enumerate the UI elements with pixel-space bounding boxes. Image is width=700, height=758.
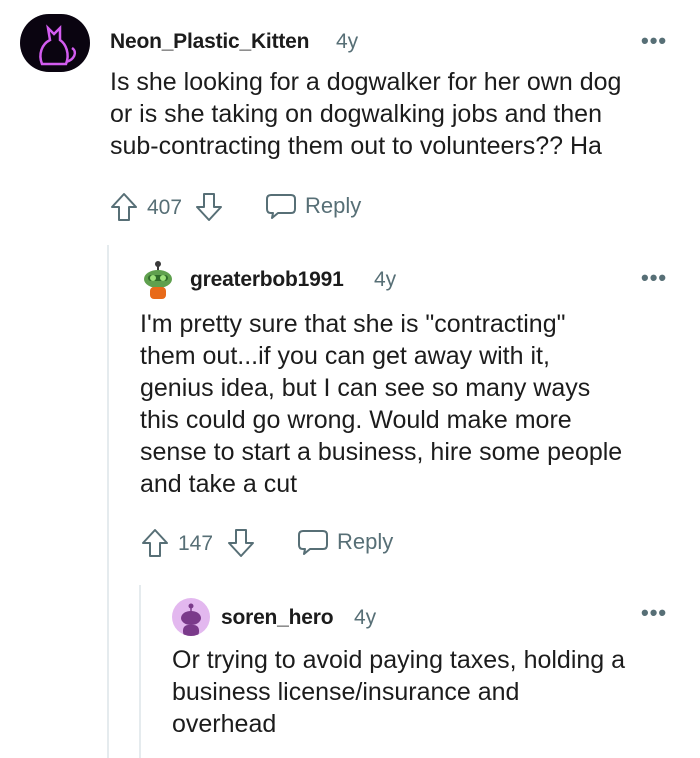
more-options-button[interactable]: ••• — [641, 600, 667, 626]
downvote-arrow-icon — [196, 193, 222, 221]
comment-line: business license/insurance and — [172, 678, 520, 706]
vote-score: 147 — [178, 532, 214, 555]
comment-username[interactable]: greaterbob1991 — [190, 268, 344, 292]
reply-label: Reply — [337, 529, 394, 554]
avatar[interactable] — [20, 14, 90, 72]
comment-body: Or trying to avoid paying taxes, holding… — [172, 644, 692, 740]
avatar[interactable] — [140, 260, 176, 300]
downvote-button[interactable] — [195, 192, 223, 227]
speech-bubble-icon — [298, 530, 328, 555]
speech-bubble-icon — [266, 194, 296, 219]
neon-cat-avatar-icon — [39, 24, 77, 66]
upvote-arrow-icon — [142, 529, 168, 557]
upvote-button[interactable] — [110, 192, 138, 227]
comment-body: Is she looking for a dogwalker for her o… — [110, 66, 690, 162]
comment-line: them out...if you can get away with it, — [140, 342, 550, 370]
downvote-button[interactable] — [227, 528, 255, 563]
comment-body: I'm pretty sure that she is "contracting… — [140, 308, 690, 500]
comment-line: or is she taking on dogwalking jobs and … — [110, 100, 602, 128]
comment-line: I'm pretty sure that she is "contracting… — [140, 310, 566, 338]
vote-score: 407 — [147, 196, 183, 219]
comment-line: overhead — [172, 710, 277, 738]
more-options-button[interactable]: ••• — [641, 265, 667, 291]
avatar[interactable] — [172, 598, 210, 636]
upvote-button[interactable] — [141, 528, 169, 563]
downvote-arrow-icon — [228, 529, 254, 557]
comment-username[interactable]: soren_hero — [221, 606, 334, 630]
comment-line: this could go wrong. Would make more — [140, 406, 572, 434]
thread-line-level-1[interactable] — [107, 245, 109, 758]
comment-line: Or trying to avoid paying taxes, holding… — [172, 646, 626, 674]
reply-button[interactable]: Reply — [265, 192, 361, 220]
snoo-avatar-icon — [144, 261, 172, 299]
comment-username[interactable]: Neon_Plastic_Kitten — [110, 30, 309, 54]
default-snoo-avatar-icon — [181, 603, 201, 636]
comment-age: 4y — [354, 606, 377, 629]
comment-age: 4y — [374, 268, 397, 291]
comment-line: sub-contracting them out to volunteers??… — [110, 132, 602, 160]
thread-line-level-2[interactable] — [139, 585, 141, 758]
comment-line: and take a cut — [140, 470, 298, 498]
more-options-button[interactable]: ••• — [641, 28, 667, 54]
upvote-arrow-icon — [111, 193, 137, 221]
reply-button[interactable]: Reply — [297, 528, 393, 556]
comment-line: genius idea, but I can see so many ways — [140, 374, 591, 402]
comment-line: sense to start a business, hire some peo… — [140, 438, 623, 466]
comment-line: Is she looking for a dogwalker for her o… — [110, 68, 622, 96]
reply-label: Reply — [305, 193, 362, 218]
comment-age: 4y — [336, 30, 359, 53]
